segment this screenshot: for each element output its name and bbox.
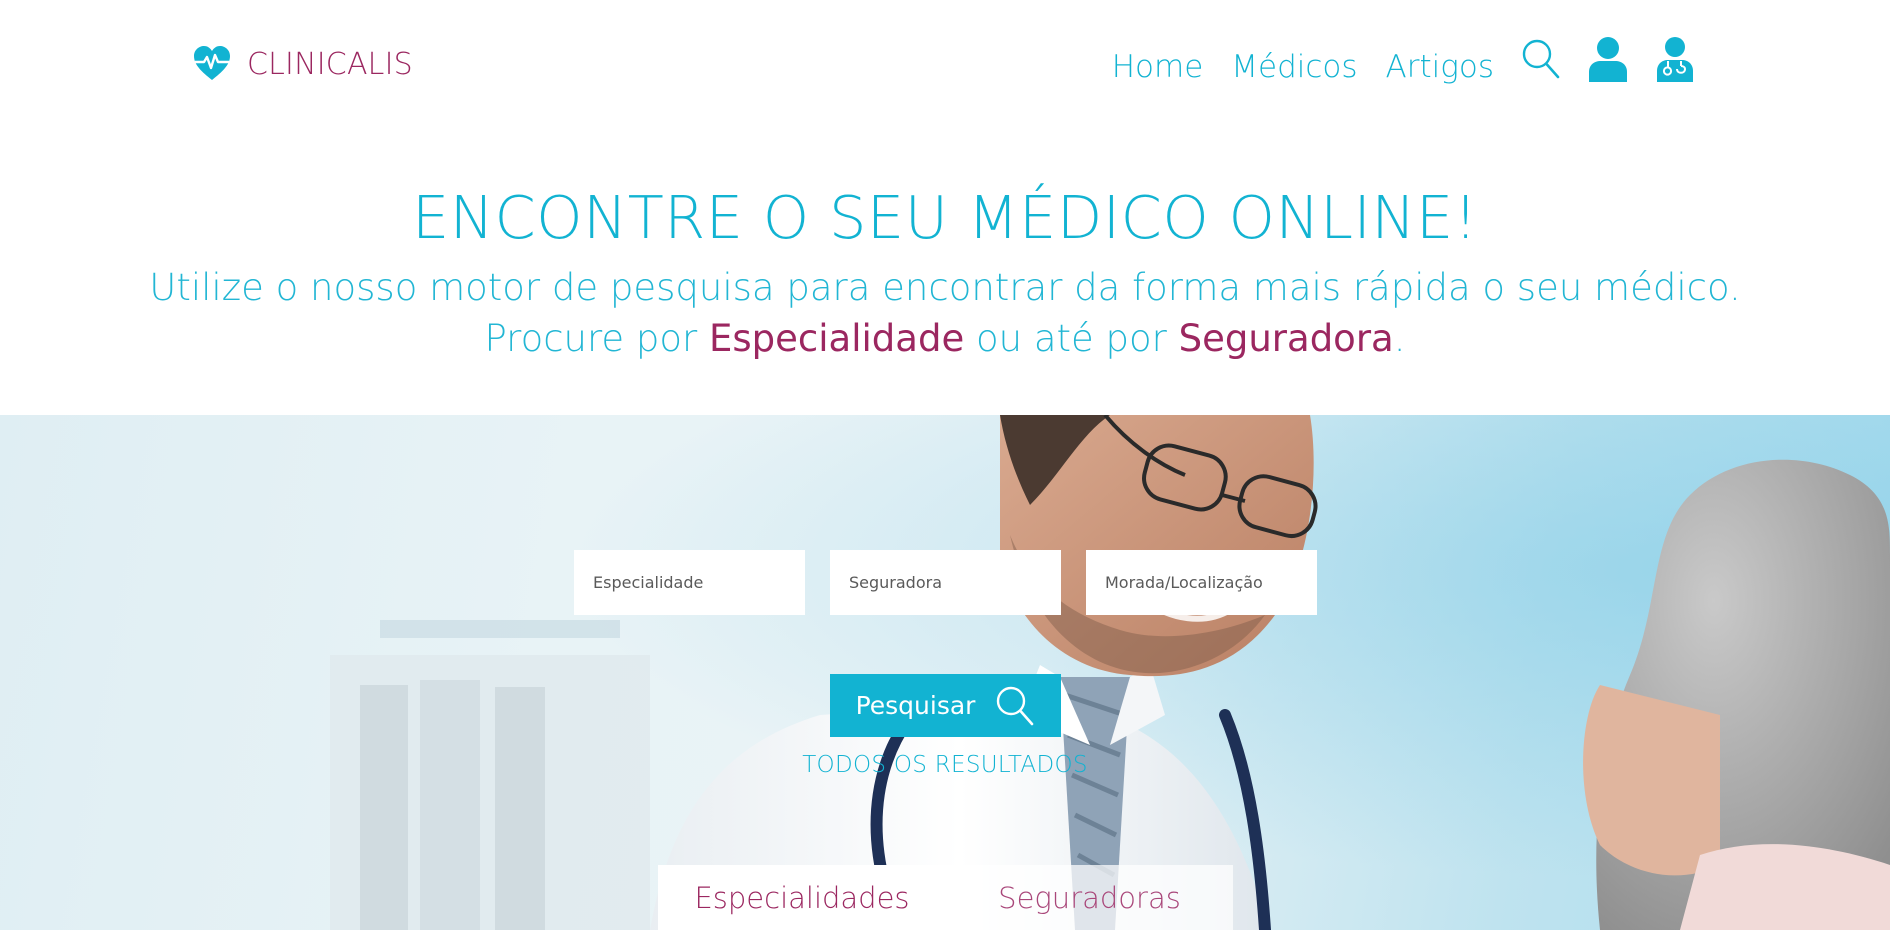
location-input[interactable] [1086, 550, 1317, 615]
hero-accent-especialidade: Especialidade [709, 317, 965, 360]
site-header: CLINICALIS Home Médicos Artigos [0, 0, 1890, 140]
nav-link-home[interactable]: Home [1112, 34, 1204, 83]
hero-subtitle-line-2: Procure por Especialidade ou até por Seg… [0, 317, 1890, 360]
heart-pulse-icon [194, 46, 230, 80]
doctor-icon[interactable] [1655, 36, 1695, 82]
all-results-link[interactable]: TODOS OS RESULTADOS [700, 752, 1190, 778]
user-icon[interactable] [1588, 36, 1628, 82]
brand-logo[interactable]: CLINICALIS [192, 44, 413, 84]
hero-line2-middle: ou até por [964, 317, 1179, 360]
search-button-label: Pesquisar [855, 691, 976, 720]
hero-line2-suffix: . [1393, 317, 1406, 360]
hero-photo [0, 415, 1890, 930]
hero-section: ENCONTRE O SEU MÉDICO ONLINE! Utilize o … [0, 140, 1890, 415]
search-button[interactable]: Pesquisar [830, 674, 1061, 737]
specialty-input[interactable] [574, 550, 805, 615]
hero-line2-prefix: Procure por [484, 317, 710, 360]
main-nav: Home Médicos Artigos [1112, 34, 1695, 83]
doctor-patient-illustration [0, 415, 1890, 930]
tab-seguradoras[interactable]: Seguradoras [946, 865, 1233, 930]
tab-especialidades[interactable]: Especialidades [658, 865, 946, 930]
hero-title: ENCONTRE O SEU MÉDICO ONLINE! [412, 183, 1478, 252]
brand-name: CLINICALIS [247, 46, 413, 82]
nav-link-artigos[interactable]: Artigos [1386, 34, 1494, 83]
hero-accent-seguradora: Seguradora [1178, 317, 1394, 360]
search-icon[interactable] [1521, 38, 1561, 80]
hero-subtitle: Utilize o nosso motor de pesquisa para e… [149, 266, 1741, 309]
search-icon [997, 686, 1034, 725]
nav-link-medicos[interactable]: Médicos [1231, 34, 1357, 83]
insurer-input[interactable] [830, 550, 1061, 615]
